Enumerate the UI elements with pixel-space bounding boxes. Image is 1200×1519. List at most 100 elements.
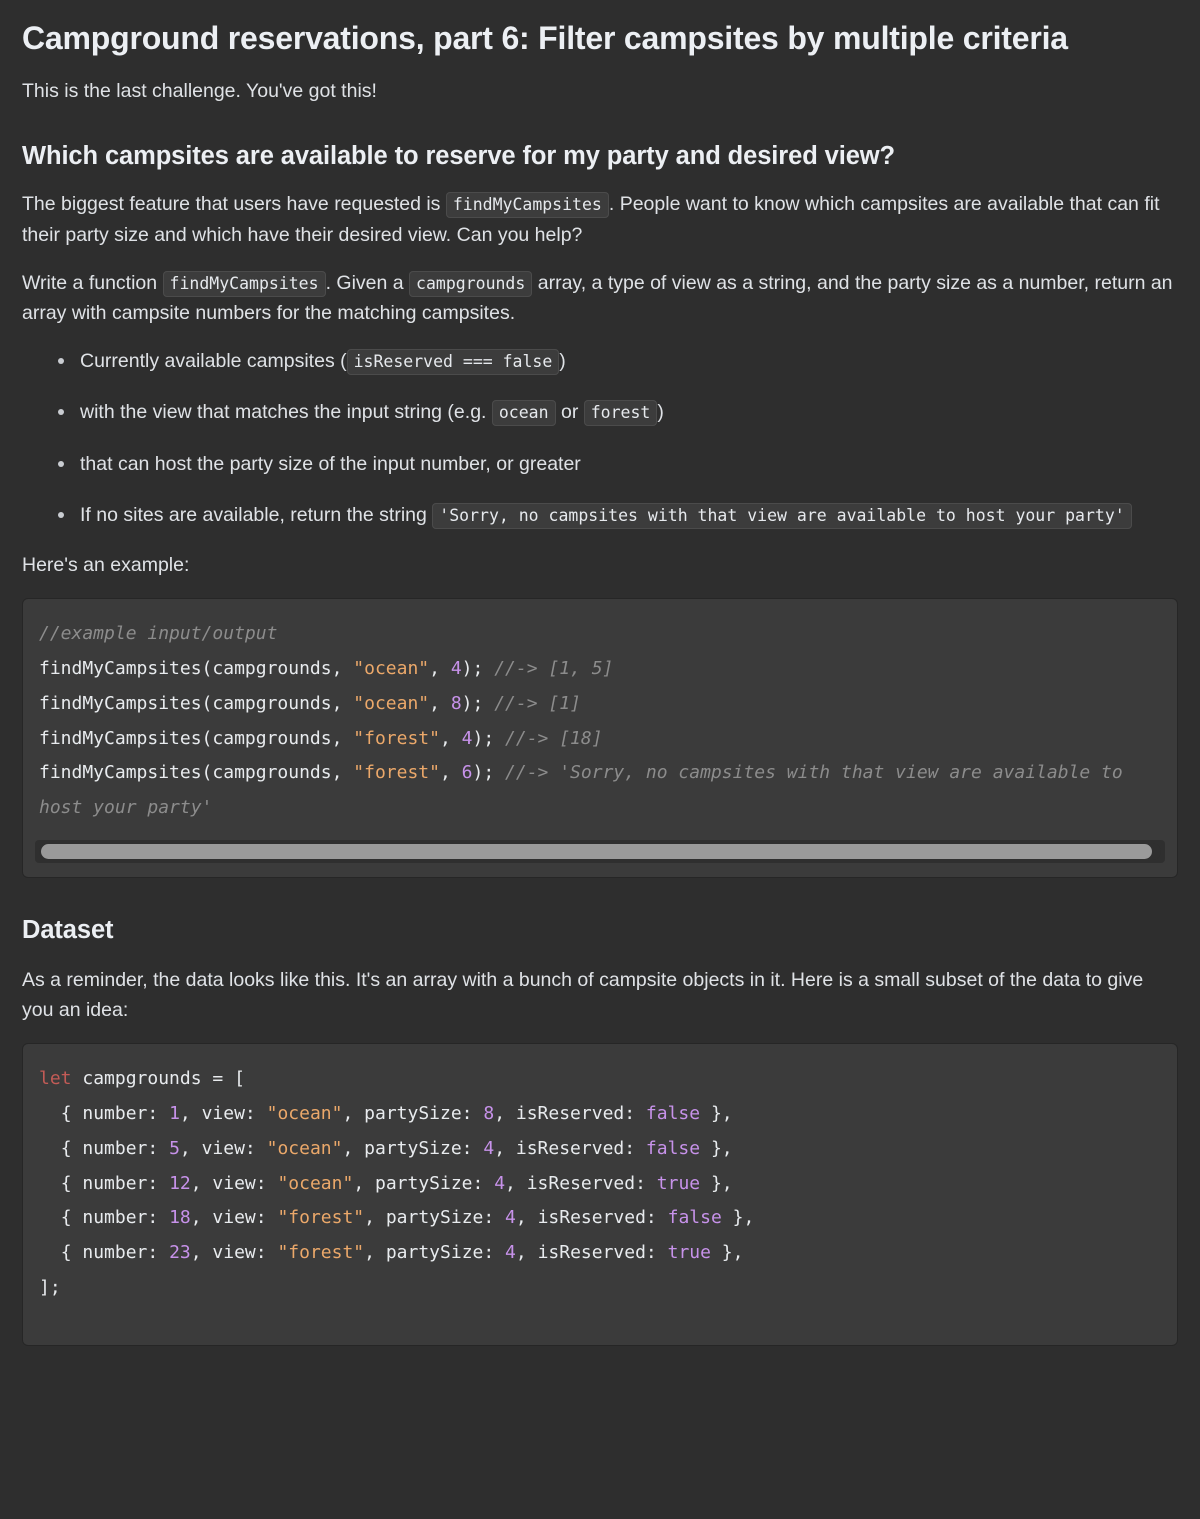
code-row-open: { number:: [39, 1137, 170, 1159]
code-keyword-let: let: [39, 1068, 72, 1090]
code-row-view: "ocean": [277, 1172, 354, 1194]
code-row-view-label: , view:: [190, 1241, 278, 1263]
criterion-2-text-middle: or: [560, 401, 579, 424]
inline-code-ocean: ocean: [491, 400, 556, 427]
code-number: 8: [450, 692, 462, 714]
code-punct: ,: [439, 762, 462, 784]
code-row-number: 23: [169, 1241, 191, 1263]
code-punct: ,: [429, 658, 451, 680]
inline-code-forest: forest: [583, 400, 658, 427]
criterion-3-text: that can host the party size of the inpu…: [80, 452, 581, 475]
section-heading-dataset: Dataset: [22, 915, 114, 944]
code-punct: ,: [429, 692, 451, 714]
code-call: findMyCampsites(campgrounds,: [39, 658, 354, 680]
task-paragraph: Write a function findMyCampsites. Given …: [22, 268, 1178, 328]
criteria-list: Currently available campsites (isReserve…: [22, 346, 1178, 530]
code-row-view-label: , view:: [190, 1207, 278, 1229]
intro-text-before: The biggest feature that users have requ…: [22, 193, 441, 216]
dataset-code-rows: { number: 1, view: "ocean", partySize: 8…: [39, 1103, 755, 1263]
code-comment: //-> [1, 5]: [494, 658, 614, 680]
code-number: 4: [461, 727, 473, 749]
code-row-reserved-label: , isReserved:: [494, 1103, 646, 1125]
code-string: "ocean": [353, 692, 430, 714]
code-row-reserved-label: , isReserved:: [505, 1172, 657, 1194]
code-row-partysize: 4: [494, 1172, 506, 1194]
list-item: Currently available campsites (isReserve…: [58, 346, 1178, 376]
inline-code-isreserved-false: isReserved === false: [346, 349, 560, 376]
code-row-open: { number:: [39, 1103, 170, 1125]
code-punct: );: [461, 658, 495, 680]
code-row-view: "ocean": [266, 1137, 343, 1159]
code-punct: );: [461, 692, 495, 714]
code-row-open: { number:: [39, 1207, 170, 1229]
example-lead-text: Here's an example:: [22, 554, 190, 577]
code-row-partysize: 4: [505, 1207, 516, 1229]
code-horizontal-scrollbar[interactable]: [35, 839, 1165, 863]
code-row-number: 1: [169, 1103, 180, 1125]
code-row-view-label: , view:: [190, 1172, 278, 1194]
subtitle-text: This is the last challenge. You've got t…: [22, 80, 377, 102]
code-number: 4: [450, 658, 462, 680]
code-declaration: campgrounds = [: [71, 1068, 245, 1090]
code-row-number: 18: [169, 1207, 191, 1229]
task-text-before: Write a function: [22, 271, 158, 294]
code-row-reserved-label: , isReserved:: [515, 1207, 668, 1229]
code-row-reserved-label: , isReserved:: [515, 1241, 668, 1263]
code-row-isreserved: false: [645, 1137, 701, 1159]
code-comment-header: //example input/output: [39, 623, 278, 645]
document-page: Campground reservations, part 6: Filter …: [0, 0, 1200, 1410]
inline-code-sorry-string: 'Sorry, no campsites with that view are …: [432, 502, 1132, 529]
code-row-isreserved: true: [667, 1241, 711, 1263]
inline-code-campgrounds: campgrounds: [409, 270, 533, 297]
criterion-1-text-after: ): [559, 350, 566, 373]
task-text-middle: . Given a: [325, 271, 404, 294]
code-row-open: { number:: [39, 1241, 170, 1263]
page-title: Campground reservations, part 6: Filter …: [22, 20, 1068, 56]
code-row-party-label: , partySize:: [364, 1241, 506, 1263]
code-comment: //-> [1]: [494, 692, 581, 714]
code-row-view: "ocean": [266, 1103, 343, 1125]
list-item: If no sites are available, return the st…: [58, 500, 1178, 530]
intro-paragraph: The biggest feature that users have requ…: [22, 189, 1178, 249]
code-row-partysize: 4: [505, 1241, 516, 1263]
scrollbar-track[interactable]: [39, 842, 1161, 860]
code-row-isreserved: false: [667, 1207, 722, 1229]
code-row-party-label: , partySize:: [342, 1137, 484, 1159]
code-row-number: 5: [169, 1137, 180, 1159]
example-code-lines: findMyCampsites(campgrounds, "ocean", 4)…: [39, 658, 1134, 818]
criterion-1-text-before: Currently available campsites (: [80, 350, 347, 373]
scrollbar-thumb[interactable]: [41, 843, 1152, 859]
code-row-isreserved: false: [645, 1103, 701, 1125]
code-row-close: },: [700, 1103, 733, 1125]
code-row-view-label: , view:: [179, 1137, 267, 1159]
code-call: findMyCampsites(campgrounds,: [39, 762, 354, 784]
code-row-number: 12: [169, 1172, 191, 1194]
inline-code-findmycampsites: findMyCampsites: [445, 192, 609, 219]
code-closing-bracket: ];: [39, 1276, 61, 1298]
criterion-2-text-after: ): [657, 401, 664, 424]
code-string: "forest": [353, 727, 440, 749]
example-code-content: //example input/output findMyCampsites(c…: [39, 617, 1161, 825]
dataset-code-content: let campgrounds = [ { number: 1, view: "…: [39, 1062, 1161, 1305]
code-string: "forest": [353, 762, 440, 784]
code-row-party-label: , partySize:: [364, 1207, 506, 1229]
code-row-view: "forest": [277, 1207, 365, 1229]
code-row-partysize: 8: [483, 1103, 495, 1125]
code-row-close: },: [700, 1137, 733, 1159]
code-row-open: { number:: [39, 1172, 170, 1194]
code-call: findMyCampsites(campgrounds,: [39, 692, 354, 714]
section-heading-question: Which campsites are available to reserve…: [22, 142, 896, 171]
criterion-2-text-before: with the view that matches the input str…: [80, 401, 487, 424]
code-punct: );: [472, 762, 506, 784]
code-punct: ,: [439, 727, 462, 749]
example-code-block: //example input/output findMyCampsites(c…: [22, 598, 1178, 878]
list-item: that can host the party size of the inpu…: [58, 449, 1178, 479]
code-row-reserved-label: , isReserved:: [494, 1137, 646, 1159]
code-row-isreserved: true: [656, 1172, 701, 1194]
code-row-partysize: 4: [483, 1137, 495, 1159]
code-string: "ocean": [353, 658, 430, 680]
inline-code-findmycampsites-2: findMyCampsites: [162, 270, 326, 297]
code-number: 6: [461, 762, 473, 784]
code-row-view-label: , view:: [179, 1103, 267, 1125]
code-row-close: },: [710, 1241, 744, 1263]
